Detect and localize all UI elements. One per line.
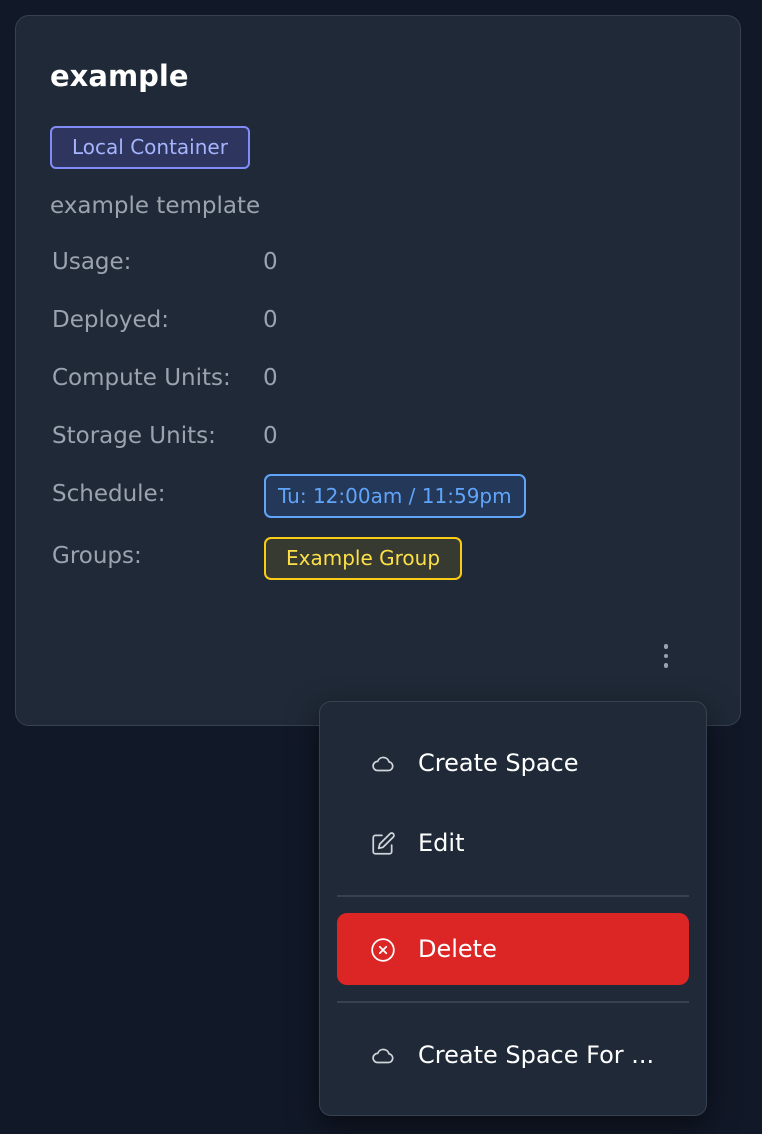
usage-label: Usage: bbox=[52, 249, 132, 275]
kebab-menu-icon[interactable] bbox=[652, 636, 680, 676]
group-badge[interactable]: Example Group bbox=[264, 537, 463, 580]
menu-item-delete[interactable]: Delete bbox=[337, 913, 689, 985]
menu-item-label: Create Space For ... bbox=[418, 1041, 655, 1069]
deployed-value: 0 bbox=[263, 307, 278, 333]
menu-item-label: Edit bbox=[418, 829, 465, 857]
kebab-dot bbox=[663, 663, 669, 668]
compute-units-label: Compute Units: bbox=[52, 365, 231, 391]
page: example Local Container example template… bbox=[0, 0, 762, 1134]
kebab-dot bbox=[663, 644, 669, 649]
compute-units-value: 0 bbox=[263, 365, 278, 391]
actions-dropdown-menu: Create Space Edit Delete Create Space Fo… bbox=[319, 701, 707, 1116]
storage-units-label: Storage Units: bbox=[52, 423, 216, 449]
menu-item-label: Create Space bbox=[418, 749, 579, 777]
deployed-label: Deployed: bbox=[52, 307, 170, 333]
usage-value: 0 bbox=[263, 249, 278, 275]
menu-divider bbox=[337, 895, 689, 897]
circle-x-icon bbox=[371, 938, 395, 962]
kebab-dot bbox=[663, 653, 669, 659]
cloud-icon bbox=[372, 1048, 394, 1064]
template-card: example Local Container example template… bbox=[15, 15, 741, 726]
menu-item-create-space-for[interactable]: Create Space For ... bbox=[337, 1019, 689, 1091]
menu-item-edit[interactable]: Edit bbox=[337, 807, 689, 879]
schedule-badge: Tu: 12:00am / 11:59pm bbox=[264, 474, 526, 518]
edit-icon bbox=[372, 832, 395, 855]
template-type-badge: Local Container bbox=[50, 126, 250, 169]
schedule-label: Schedule: bbox=[52, 481, 166, 507]
storage-units-value: 0 bbox=[263, 423, 278, 449]
menu-item-label: Delete bbox=[418, 935, 497, 963]
template-description: example template bbox=[50, 193, 261, 219]
groups-label: Groups: bbox=[52, 543, 142, 569]
cloud-icon bbox=[372, 756, 394, 772]
menu-divider bbox=[337, 1001, 689, 1003]
template-title: example bbox=[50, 59, 189, 93]
menu-item-create-space[interactable]: Create Space bbox=[337, 727, 689, 799]
